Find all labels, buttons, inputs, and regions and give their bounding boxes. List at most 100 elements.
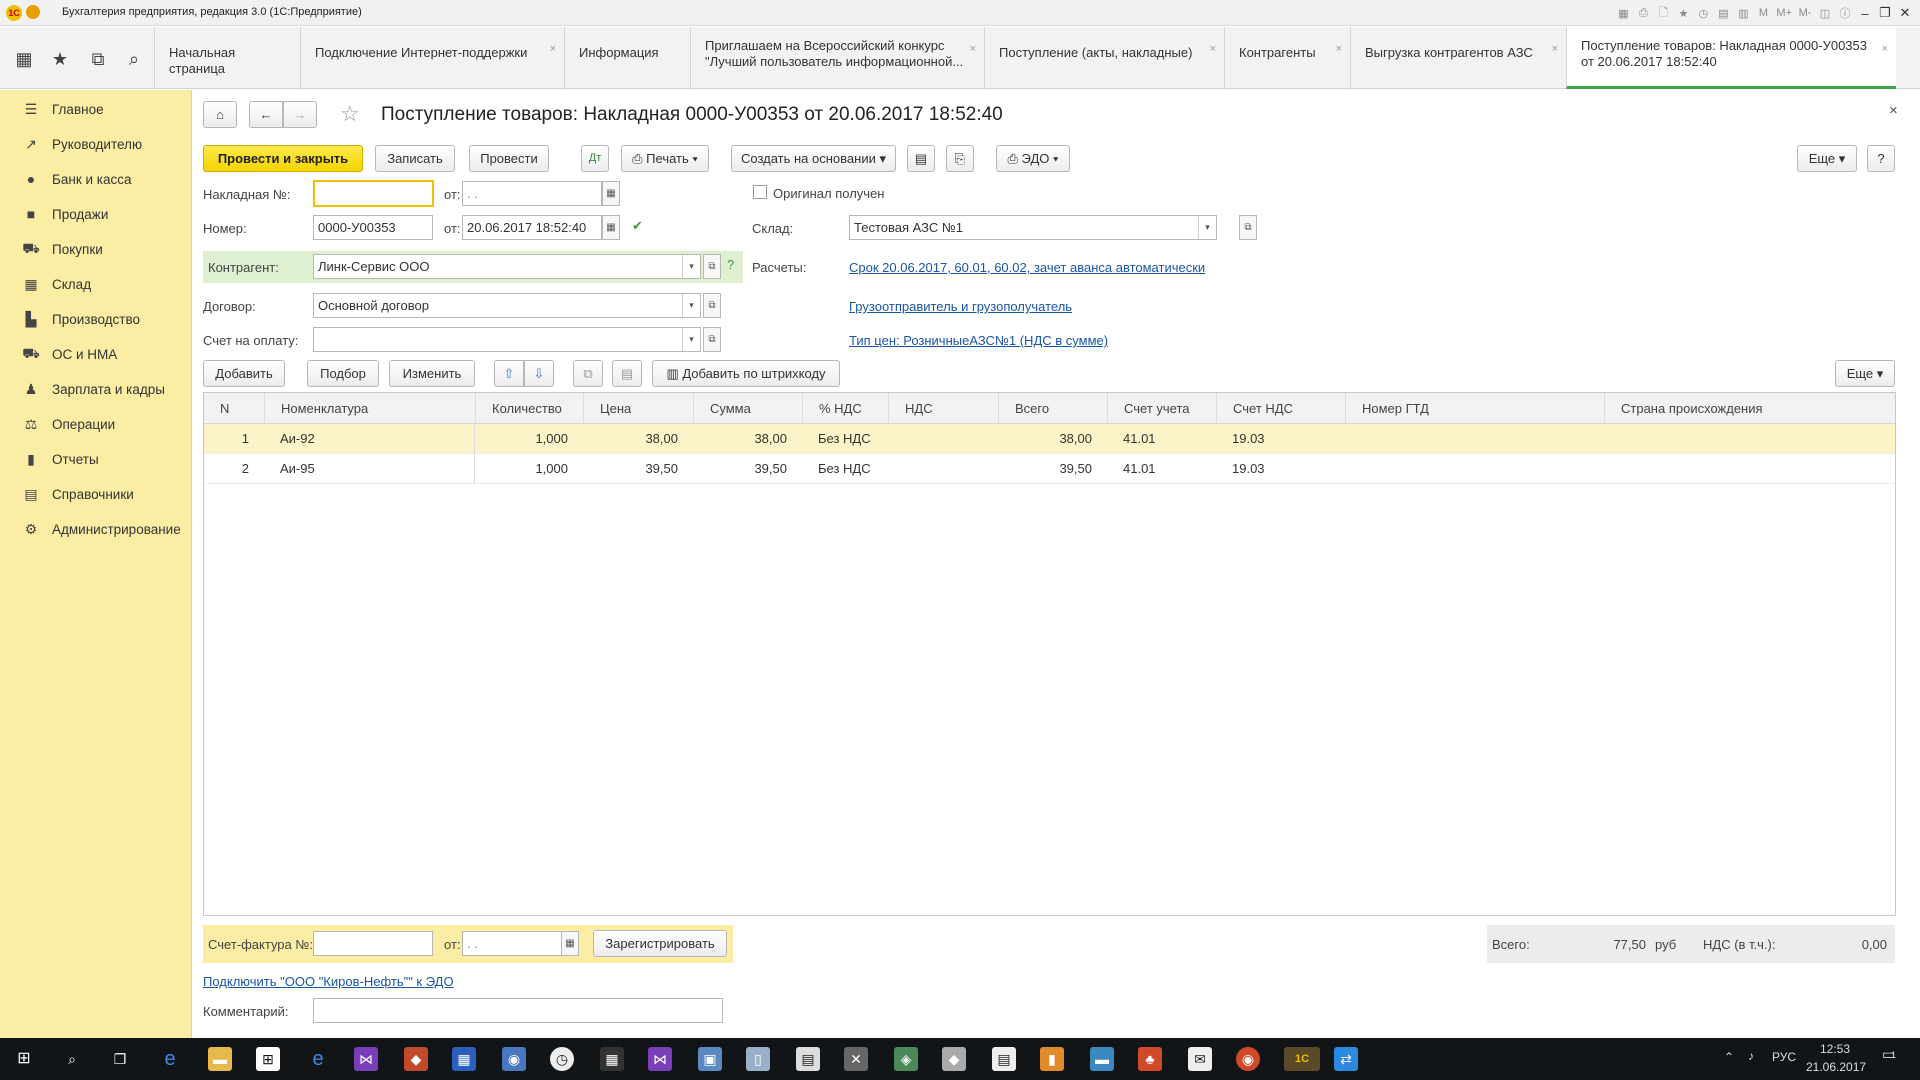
cell-country[interactable] — [1620, 454, 1890, 484]
calculator-icon[interactable]: ▦ — [600, 1047, 624, 1071]
cell-account[interactable]: 41.01 — [1123, 454, 1213, 484]
cell-total[interactable]: 39,50 — [998, 454, 1092, 484]
ie-icon[interactable]: e — [306, 1047, 330, 1071]
grid-icon[interactable]: ▦ — [1616, 7, 1630, 20]
open-icon[interactable]: ⧉ — [1239, 215, 1257, 240]
sidebar-item-sales[interactable]: ■ Продажи — [0, 199, 190, 229]
sidebar-item-salary[interactable]: ♟ Зарплата и кадры — [0, 374, 190, 404]
app-icon[interactable]: ▯ — [746, 1047, 770, 1071]
close-icon[interactable]: × — [970, 41, 976, 57]
open-icon[interactable]: ⧉ — [703, 254, 721, 279]
close-icon[interactable]: × — [1882, 41, 1888, 57]
restore-icon[interactable]: ❐ — [1878, 5, 1892, 21]
apps-grid-icon[interactable]: ▦ — [12, 47, 36, 71]
chevron-down-icon[interactable]: ▾ — [682, 328, 700, 351]
col-gtd[interactable]: Номер ГТД — [1345, 393, 1604, 424]
invoice-pay-input[interactable]: ▾ — [313, 327, 701, 352]
contract-input[interactable]: Основной договор ▾ — [313, 293, 701, 318]
col-sum[interactable]: Сумма — [693, 393, 802, 424]
favorites-add-icon[interactable]: ★ — [1676, 7, 1690, 20]
number-input[interactable]: 0000-У00353 — [313, 215, 433, 240]
sidebar-item-admin[interactable]: ⚙ Администрирование — [0, 514, 190, 544]
tab-counterparties[interactable]: Контрагенты × — [1224, 27, 1350, 89]
cell-qty[interactable]: 1,000 — [475, 424, 568, 454]
comment-input[interactable] — [313, 998, 723, 1023]
mail-icon[interactable]: ✉ — [1188, 1047, 1212, 1071]
home-button[interactable]: ⌂ — [203, 101, 237, 128]
calendar-icon[interactable]: ▦ — [561, 931, 579, 956]
print-icon[interactable]: ⎙ — [1636, 7, 1650, 20]
cell-country[interactable] — [1620, 424, 1890, 454]
select-button[interactable]: Подбор — [307, 360, 379, 387]
clock-app-icon[interactable]: ◷ — [550, 1047, 574, 1071]
help-button[interactable]: ? — [1867, 145, 1895, 172]
cell-vat-rate[interactable]: Без НДС — [818, 454, 888, 484]
tab-home[interactable]: Начальная страница — [154, 27, 300, 89]
check-green-icon[interactable]: ✔ — [632, 218, 643, 234]
chevron-down-icon[interactable]: ▾ — [682, 255, 700, 278]
app-icon[interactable]: ▤ — [796, 1047, 820, 1071]
more-button[interactable]: Еще ▾ — [1797, 145, 1857, 172]
create-based-on-button[interactable]: Создать на основании ▾ — [731, 145, 896, 172]
calendar-icon[interactable]: ▥ — [1736, 7, 1750, 20]
move-down-icon[interactable]: ⇩ — [524, 360, 554, 387]
star-icon[interactable]: ★ — [48, 47, 72, 71]
app-icon[interactable]: ◆ — [404, 1047, 428, 1071]
panels-icon[interactable]: ◫ — [1818, 7, 1832, 20]
store-icon[interactable]: ⊞ — [256, 1047, 280, 1071]
info-icon[interactable]: ⓘ — [1838, 5, 1852, 21]
1c-app-icon[interactable]: 1С — [1284, 1047, 1320, 1071]
edo-button[interactable]: ⎙ ЭДО ▾ — [996, 145, 1070, 172]
history-icon[interactable]: ◷ — [1696, 7, 1710, 20]
col-qty[interactable]: Количество — [475, 393, 583, 424]
copy-icon[interactable]: ⧉ — [573, 360, 603, 387]
language-indicator[interactable]: РУС — [1772, 1050, 1796, 1064]
tab-internet-support[interactable]: Подключение Интернет-поддержки × — [300, 27, 564, 89]
sidebar-item-manager[interactable]: ↗ Руководителю — [0, 129, 190, 159]
volume-icon[interactable]: ♪ — [1748, 1049, 1754, 1063]
task-view-icon[interactable]: ❐ — [108, 1047, 132, 1071]
original-received-checkbox[interactable] — [753, 185, 767, 199]
shipper-link[interactable]: Грузоотправитель и грузополучатель — [849, 299, 1072, 314]
open-icon[interactable]: ⧉ — [703, 327, 721, 352]
memory-minus-icon[interactable]: M- — [1798, 7, 1812, 19]
tab-current-document[interactable]: Поступление товаров: Накладная 0000-У003… — [1566, 27, 1896, 89]
dt-kt-icon[interactable]: Дт — [581, 145, 609, 172]
cell-item[interactable]: Аи-95 — [280, 454, 470, 484]
cell-vat-rate[interactable]: Без НДС — [818, 424, 888, 454]
memory-m-icon[interactable]: M — [1756, 7, 1770, 19]
chrome-icon[interactable]: ◉ — [1236, 1047, 1260, 1071]
minimize-icon[interactable]: – — [1858, 6, 1872, 21]
sidebar-item-fixed-assets[interactable]: ⛟ ОС и НМА — [0, 339, 190, 369]
question-icon[interactable]: ? — [727, 257, 734, 272]
teamviewer-icon[interactable]: ⇄ — [1334, 1047, 1358, 1071]
cell-vat[interactable] — [888, 454, 983, 484]
close-form-icon[interactable]: × — [1889, 102, 1898, 119]
cell-price[interactable]: 39,50 — [583, 454, 678, 484]
close-window-icon[interactable]: ✕ — [1898, 5, 1912, 21]
post-button[interactable]: Провести — [469, 145, 549, 172]
cell-price[interactable]: 38,00 — [583, 424, 678, 454]
app-icon[interactable]: ◉ — [502, 1047, 526, 1071]
add-by-barcode-button[interactable]: ▥ Добавить по штрихкоду — [652, 360, 840, 387]
back-button[interactable]: ← — [249, 101, 283, 128]
connect-edo-link[interactable]: Подключить "ООО "Киров-Нефть"" к ЭДО — [203, 974, 454, 989]
sidebar-item-operations[interactable]: ⚖ Операции — [0, 409, 190, 439]
col-item[interactable]: Номенклатура — [264, 393, 475, 424]
sidebar-item-references[interactable]: ▤ Справочники — [0, 479, 190, 509]
col-n[interactable]: N — [204, 393, 264, 424]
warehouse-input[interactable]: Тестовая АЗС №1 ▾ — [849, 215, 1217, 240]
calendar-icon[interactable]: ▦ — [602, 181, 620, 206]
post-and-close-button[interactable]: Провести и закрыть — [203, 145, 363, 172]
cell-account[interactable]: 41.01 — [1123, 424, 1213, 454]
sidebar-item-warehouse[interactable]: ▦ Склад — [0, 269, 190, 299]
cell-n[interactable]: 1 — [204, 424, 249, 454]
sidebar-item-reports[interactable]: ▮ Отчеты — [0, 444, 190, 474]
cell-sum[interactable]: 38,00 — [693, 424, 787, 454]
table-more-button[interactable]: Еще ▾ — [1835, 360, 1895, 387]
visual-studio-icon[interactable]: ⋈ — [648, 1047, 672, 1071]
cell-vat[interactable] — [888, 424, 983, 454]
col-price[interactable]: Цена — [583, 393, 693, 424]
sidebar-item-production[interactable]: ▙ Производство — [0, 304, 190, 334]
clock-date[interactable]: 21.06.2017 — [1806, 1060, 1866, 1074]
